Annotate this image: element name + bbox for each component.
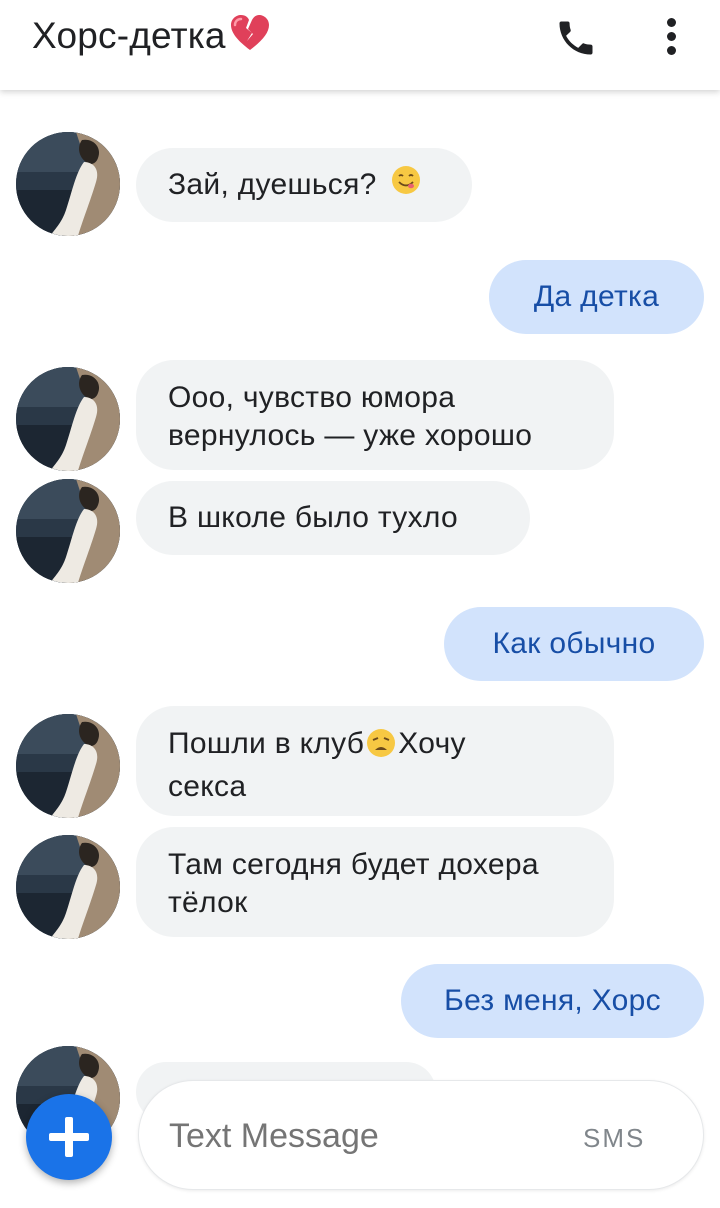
broken-heart-icon — [230, 14, 270, 61]
call-button[interactable] — [554, 16, 598, 60]
contact-avatar[interactable] — [16, 367, 120, 471]
message-input[interactable] — [169, 1117, 549, 1156]
contact-avatar[interactable] — [16, 714, 120, 818]
message-text-line: секса — [168, 770, 247, 803]
message-bubble-outgoing[interactable]: Как обычно — [444, 607, 704, 681]
weary-face-icon — [366, 728, 396, 768]
message-bubble-incoming[interactable]: Там сегодня будет дохера тёлок — [136, 827, 614, 937]
message-text: Хочу — [398, 727, 466, 760]
smiling-face-icon — [391, 165, 421, 205]
contact-avatar[interactable] — [16, 132, 120, 236]
contact-name: Хорс-детка — [32, 15, 226, 56]
message-text: Пошли в клуб — [168, 727, 365, 760]
conversation-title[interactable]: Хорс-детка — [32, 14, 270, 61]
contact-avatar[interactable] — [16, 835, 120, 939]
compose-bar: SMS — [138, 1080, 704, 1190]
message-bubble-outgoing[interactable]: Без меня, Хорс — [401, 964, 704, 1038]
message-text: Да детка — [533, 280, 660, 313]
more-options-button[interactable] — [660, 14, 684, 58]
message-text: Как обычно — [492, 627, 656, 660]
attach-button[interactable] — [26, 1094, 112, 1180]
phone-icon — [559, 21, 593, 55]
message-bubble-incoming[interactable]: В школе было тухло — [136, 481, 530, 555]
app-header: Хорс-детка — [0, 0, 720, 90]
message-text-line: вернулось — уже хорошо — [168, 419, 533, 452]
message-bubble-outgoing[interactable]: Да детка — [489, 260, 704, 334]
message-text-line: Там сегодня будет дохера — [168, 848, 539, 881]
message-bubble-incoming[interactable]: Зай, дуешься? — [136, 148, 472, 222]
message-text-line: Пошли в клуб Хочу — [168, 725, 582, 768]
message-bubble-incoming[interactable]: Ооо, чувство юмора вернулось — уже хорош… — [136, 360, 614, 470]
message-text-line: тёлок — [168, 886, 248, 919]
contact-avatar[interactable] — [16, 479, 120, 583]
message-text: Без меня, Хорс — [444, 984, 661, 1017]
message-text: Зай, дуешься? — [168, 168, 377, 201]
message-bubble-incoming[interactable]: Пошли в клуб Хочу секса — [136, 706, 614, 816]
send-sms-button[interactable]: SMS — [583, 1123, 645, 1154]
message-text-line: Ооо, чувство юмора — [168, 381, 456, 414]
plus-icon — [49, 1117, 89, 1157]
message-text: В школе было тухло — [168, 501, 459, 534]
